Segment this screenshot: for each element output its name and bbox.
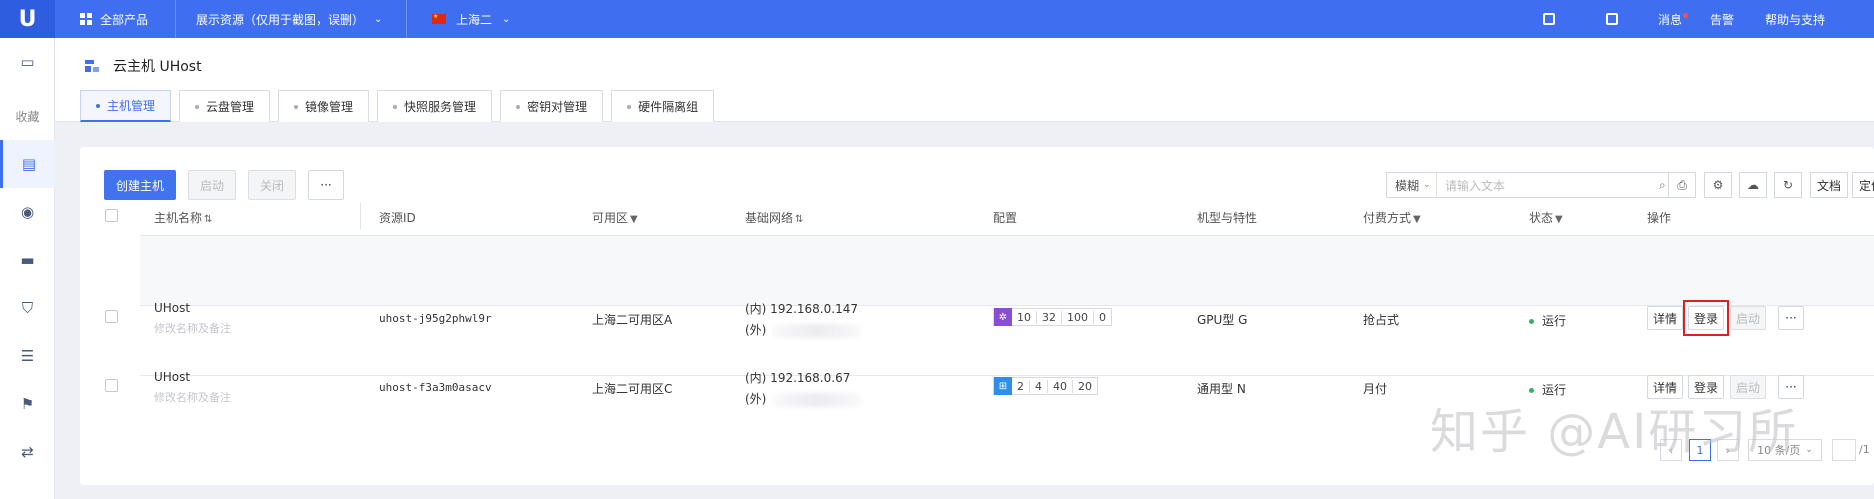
stop-button[interactable]: 关闭 xyxy=(248,170,296,200)
sidebar-item-network[interactable]: ◉ xyxy=(0,188,55,236)
chevron-down-icon: ⌄ xyxy=(1423,180,1431,190)
chevron-down-icon: ⌄ xyxy=(374,13,383,25)
network-icon: ◉ xyxy=(20,203,35,221)
page-header: 云主机 UHost 主机管理 云盘管理 镜像管理 快照服务管理 密钥对管理 硬件… xyxy=(55,38,1874,122)
gear-icon: ⚙ xyxy=(1712,178,1724,192)
config-spec: ⊞ 2 4 40 20 xyxy=(993,377,1098,395)
search-input[interactable]: 请输入文本 xyxy=(1437,177,1659,194)
sidebar-item-flag[interactable]: ⚑ xyxy=(0,380,55,428)
settings-button[interactable]: ⚙ xyxy=(1704,172,1732,198)
monitor-icon: ▭ xyxy=(20,53,35,71)
row-checkbox[interactable] xyxy=(105,379,118,392)
help-support-link[interactable]: 帮助与支持 xyxy=(1765,0,1825,38)
header-network[interactable]: 基础网络 ⇅ xyxy=(745,209,803,226)
unread-dot xyxy=(1683,12,1689,18)
header-config: 配置 xyxy=(993,211,1018,225)
favorites-label: 收藏 xyxy=(15,110,40,124)
total-pages: /1 xyxy=(1859,443,1870,456)
pricing-button[interactable]: 定价 xyxy=(1852,172,1874,198)
ip-inner: (内) 192.168.0.67 xyxy=(745,371,851,385)
flag-icon: ⚑ xyxy=(20,395,35,413)
export-button[interactable]: ⎙ xyxy=(1668,172,1696,198)
sidebar-item-uhost[interactable]: ▤ xyxy=(0,140,55,188)
region-selector[interactable]: 上海二 ⌄ xyxy=(432,0,510,38)
filter-icon: ▼ xyxy=(1413,214,1421,225)
tab-image-management[interactable]: 镜像管理 xyxy=(278,90,370,122)
filter-icon: ▼ xyxy=(630,214,638,225)
search-top-button[interactable] xyxy=(1543,0,1555,38)
china-flag-icon xyxy=(432,13,446,24)
more-actions-button[interactable]: ··· xyxy=(308,170,344,200)
search-icon xyxy=(1543,13,1555,25)
cloud-download-icon: ☁ xyxy=(1747,178,1759,192)
table-row[interactable] xyxy=(140,236,1874,306)
zone: 上海二可用区C xyxy=(592,382,673,396)
list-icon: ☰ xyxy=(20,347,35,365)
header-actions: 操作 xyxy=(1647,211,1672,225)
ucloud-logo[interactable]: U xyxy=(0,0,55,38)
transfer-icon: ⇄ xyxy=(21,443,34,461)
top-navigation-bar: U 全部产品 展示资源（仅用于截图，误删） ⌄ 上海二 ⌄ 消息 告警 帮助与支… xyxy=(0,0,1874,38)
all-products-menu[interactable]: 全部产品 xyxy=(80,0,148,38)
billing-mode: 月付 xyxy=(1363,382,1388,396)
tab-disk-management[interactable]: 云盘管理 xyxy=(179,90,271,122)
search-mode-select[interactable]: 模糊 ⌄ xyxy=(1387,172,1437,198)
uhost-icon xyxy=(85,60,99,72)
download-button[interactable]: ☁ xyxy=(1739,172,1767,198)
header-resource-id: 资源ID xyxy=(379,211,416,225)
refresh-button[interactable]: ↻ xyxy=(1774,172,1802,198)
page-jump-input[interactable] xyxy=(1832,439,1856,461)
tab-snapshot-management[interactable]: 快照服务管理 xyxy=(377,90,493,122)
chevron-down-icon: ⌄ xyxy=(502,13,511,25)
header-type: 机型与特性 xyxy=(1197,211,1258,225)
grid-icon xyxy=(80,13,92,25)
filter-icon: ▼ xyxy=(1555,214,1563,225)
project-selector[interactable]: 展示资源（仅用于截图，误删） ⌄ xyxy=(196,0,382,38)
sort-icon: ⇅ xyxy=(795,214,804,225)
terminal-icon xyxy=(1606,13,1618,25)
header-zone[interactable]: 可用区 ▼ xyxy=(592,209,638,226)
column-divider[interactable] xyxy=(360,203,361,229)
host-name: UHost xyxy=(154,370,191,384)
refresh-icon: ↻ xyxy=(1782,178,1794,192)
watermark: 知乎 @AI研习所 xyxy=(1430,404,1799,460)
ip-outer: (外) xyxy=(745,390,863,407)
chevron-down-icon: ⌄ xyxy=(1805,445,1813,455)
edit-remark-link[interactable]: 修改名称及备注 xyxy=(154,389,231,405)
tab-isolation-group[interactable]: 硬件隔离组 xyxy=(611,90,715,122)
sidebar-item-security[interactable]: ⛉ xyxy=(0,284,55,332)
sidebar-item-list[interactable]: ☰ xyxy=(0,332,55,380)
messages-link[interactable]: 消息 xyxy=(1658,0,1689,38)
search-box: 模糊 ⌄ 请输入文本 ⌕ xyxy=(1386,172,1682,198)
page-title: 云主机 UHost xyxy=(85,56,202,76)
sidebar-item-monitor[interactable]: ▭ xyxy=(0,38,55,86)
shield-icon: ⛉ xyxy=(21,299,34,317)
create-host-button[interactable]: 创建主机 xyxy=(104,170,176,200)
tab-keypair-management[interactable]: 密钥对管理 xyxy=(500,90,604,122)
sidebar-item-transfer[interactable]: ⇄ xyxy=(0,428,55,476)
windows-icon: ⊞ xyxy=(994,377,1012,395)
left-sidebar: ▭ 收藏 ▤ ◉ ▬ ⛉ ☰ ⚑ ⇄ xyxy=(0,38,55,499)
header-billing[interactable]: 付费方式 ▼ xyxy=(1363,209,1421,226)
docs-button[interactable]: 文档 xyxy=(1810,172,1848,198)
host-icon: ▤ xyxy=(21,155,37,173)
printer-icon: ⎙ xyxy=(1677,177,1687,192)
resource-id: uhost-f3a3m0asacv xyxy=(379,381,492,394)
sort-icon: ⇅ xyxy=(204,214,213,225)
header-host-name[interactable]: 主机名称 ⇅ xyxy=(154,209,212,226)
row-checkbox[interactable] xyxy=(105,310,118,323)
alerts-link[interactable]: 告警 xyxy=(1710,0,1734,38)
machine-type: 通用型 N xyxy=(1197,382,1246,396)
sidebar-item-chat[interactable]: ▬ xyxy=(0,236,55,284)
start-button[interactable]: 启动 xyxy=(188,170,236,200)
select-all-checkbox[interactable] xyxy=(105,209,118,222)
tab-bar: 主机管理 云盘管理 镜像管理 快照服务管理 密钥对管理 硬件隔离组 xyxy=(80,90,715,122)
header-status[interactable]: 状态 ▼ xyxy=(1529,209,1563,226)
chat-icon: ▬ xyxy=(20,251,35,269)
redacted-ip xyxy=(772,392,863,407)
table-row[interactable] xyxy=(140,306,1874,376)
tab-host-management[interactable]: 主机管理 xyxy=(80,90,172,122)
console-top-button[interactable] xyxy=(1606,0,1618,38)
